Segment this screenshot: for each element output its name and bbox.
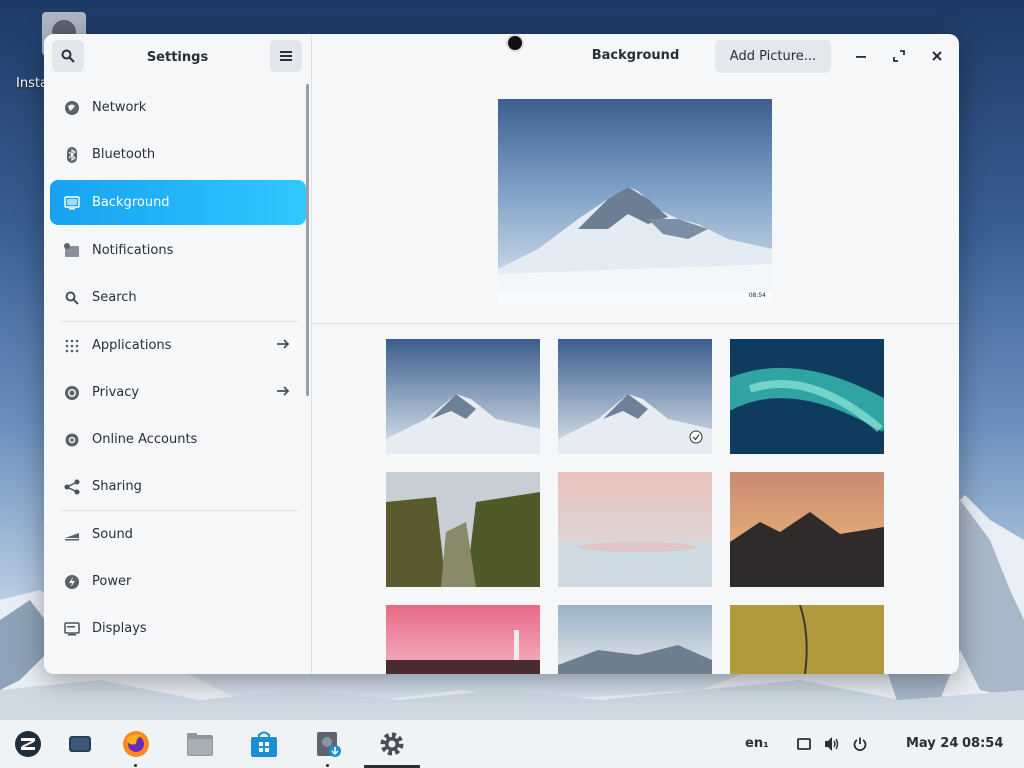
privacy-icon xyxy=(64,385,80,401)
wallpaper-thumbnail[interactable] xyxy=(730,605,884,674)
sidebar-list: Network Bluetooth Background Notificatio… xyxy=(44,84,312,652)
volume-tray-button[interactable] xyxy=(824,736,840,752)
sidebar-item-online-accounts[interactable]: Online Accounts xyxy=(44,416,312,463)
folder-icon xyxy=(187,733,213,756)
sidebar-item-network[interactable]: Network xyxy=(44,84,312,131)
sidebar-item-label: Privacy xyxy=(92,385,140,400)
maximize-icon xyxy=(893,50,905,62)
minimize-icon xyxy=(856,56,866,58)
globe-icon xyxy=(64,100,80,116)
sidebar-item-label: Power xyxy=(92,574,132,589)
power-icon xyxy=(64,574,80,590)
gear-icon xyxy=(380,732,404,756)
store-icon xyxy=(251,731,277,757)
wallpaper-thumbnail[interactable] xyxy=(730,472,884,587)
sidebar-item-label: Applications xyxy=(92,338,172,353)
section-divider xyxy=(312,323,959,324)
installer-launcher[interactable] xyxy=(314,730,342,758)
sidebar-title: Settings xyxy=(146,49,209,65)
zorin-logo-icon xyxy=(15,731,41,757)
at-sign-icon xyxy=(64,432,80,448)
sidebar: Settings Network Bluetooth Background No… xyxy=(44,34,312,674)
monitor-icon xyxy=(64,195,80,211)
search-icon xyxy=(61,49,75,63)
app-menu-button[interactable] xyxy=(14,730,42,758)
minimize-button[interactable] xyxy=(851,46,871,66)
sidebar-item-label: Online Accounts xyxy=(92,432,198,447)
wallpaper-thumbnail[interactable] xyxy=(386,339,540,454)
hamburger-icon xyxy=(280,51,292,61)
message-icon xyxy=(797,738,811,750)
share-icon xyxy=(64,479,80,495)
sidebar-item-privacy[interactable]: Privacy xyxy=(44,369,312,416)
sidebar-item-search[interactable]: Search xyxy=(44,274,312,321)
firefox-icon xyxy=(123,731,149,757)
installer-download-icon xyxy=(317,732,341,757)
apps-grid-icon xyxy=(64,338,80,354)
close-button[interactable] xyxy=(927,46,947,66)
mountain-preview-image xyxy=(498,187,772,303)
sound-icon xyxy=(64,527,80,543)
sidebar-item-applications[interactable]: Applications xyxy=(44,322,312,369)
close-icon xyxy=(932,51,942,61)
sidebar-item-displays[interactable]: Displays xyxy=(44,605,312,652)
maximize-button[interactable] xyxy=(889,46,909,66)
sidebar-item-background[interactable]: Background xyxy=(50,180,306,225)
keyboard-layout-indicator[interactable]: en₁ xyxy=(745,736,769,751)
sidebar-item-label: Notifications xyxy=(92,243,174,258)
sidebar-item-notifications[interactable]: Notifications xyxy=(44,227,312,274)
background-preview: 08:54 xyxy=(498,99,772,303)
settings-launcher[interactable] xyxy=(378,730,406,758)
sidebar-item-bluetooth[interactable]: Bluetooth xyxy=(44,131,312,178)
sidebar-item-label: Bluetooth xyxy=(92,147,156,162)
running-indicator xyxy=(326,764,329,767)
sidebar-item-label: Displays xyxy=(92,621,147,636)
arrow-right-icon xyxy=(276,337,290,355)
sidebar-item-sharing[interactable]: Sharing xyxy=(44,463,312,510)
workspaces-icon xyxy=(69,736,91,752)
volume-icon xyxy=(825,737,839,751)
firefox-launcher[interactable] xyxy=(122,730,150,758)
wallpaper-thumbnail[interactable] xyxy=(386,605,540,674)
sidebar-item-sound[interactable]: Sound xyxy=(44,511,312,558)
sidebar-header: Settings xyxy=(44,34,311,80)
taskbar: en₁ May 24 08:54 xyxy=(0,720,1024,768)
bluetooth-icon xyxy=(64,146,80,163)
date-label[interactable]: May 24 xyxy=(906,736,958,751)
menu-button[interactable] xyxy=(270,40,302,72)
wallpaper-thumbnail[interactable] xyxy=(558,605,712,674)
power-tray-button[interactable] xyxy=(852,736,868,752)
workspaces-button[interactable] xyxy=(66,730,94,758)
clock-label[interactable]: 08:54 xyxy=(962,736,1003,751)
wallpaper-thumbnail[interactable] xyxy=(386,472,540,587)
files-launcher[interactable] xyxy=(186,730,214,758)
add-picture-button[interactable]: Add Picture... xyxy=(715,40,831,73)
notifications-tray-button[interactable] xyxy=(796,736,812,752)
arrow-right-icon xyxy=(276,384,290,402)
software-store-launcher[interactable] xyxy=(250,730,278,758)
wallpaper-thumbnail[interactable] xyxy=(558,472,712,587)
display-icon xyxy=(64,621,80,637)
sidebar-item-label: Sound xyxy=(92,527,133,542)
preview-panel-bar: 08:54 xyxy=(498,291,772,303)
main-panel: Background Add Picture... 08:54 xyxy=(312,34,959,674)
running-indicator xyxy=(134,764,137,767)
wallpaper-thumbnail-selected[interactable] xyxy=(558,339,712,454)
sidebar-item-power[interactable]: Power xyxy=(44,558,312,605)
settings-window: Settings Network Bluetooth Background No… xyxy=(44,34,959,674)
notifications-icon xyxy=(64,242,80,259)
preview-clock: 08:54 xyxy=(748,292,766,299)
power-icon xyxy=(853,737,867,751)
search-button[interactable] xyxy=(52,40,84,72)
search-icon xyxy=(64,290,80,306)
sidebar-item-label: Background xyxy=(92,195,170,210)
sidebar-item-label: Sharing xyxy=(92,479,142,494)
sidebar-item-label: Network xyxy=(92,100,147,115)
sidebar-item-label: Search xyxy=(92,290,137,305)
wallpaper-thumbnail[interactable] xyxy=(730,339,884,454)
